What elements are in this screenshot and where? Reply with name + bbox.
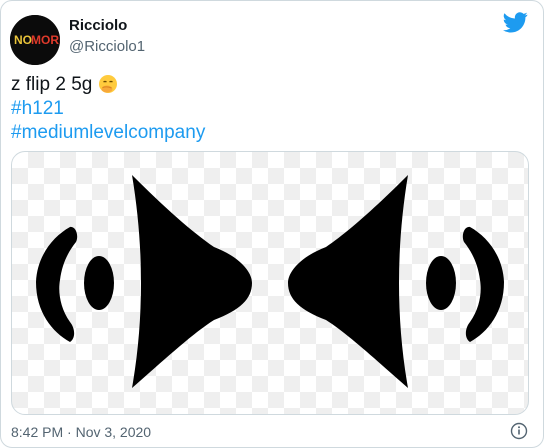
svg-text:MORE: MORE (31, 33, 60, 47)
tweet-card: NO MORE Ricciolo @Ricciolo1 z flip 2 5g … (0, 0, 544, 448)
tweet-text: z flip 2 5g #h121 #mediumlevelcompany (11, 73, 205, 145)
tweet-text-line: z flip 2 5g (11, 73, 205, 97)
tweet-media[interactable] (11, 151, 529, 415)
tweet-text-content: z flip 2 5g (11, 74, 93, 95)
svg-text:NO: NO (14, 33, 32, 47)
twitter-bird-icon[interactable] (503, 12, 528, 33)
face-with-hand-over-mouth-icon (98, 74, 118, 101)
info-icon[interactable] (510, 422, 528, 440)
speaker-pair-icon (36, 175, 504, 388)
avatar[interactable]: NO MORE (10, 15, 60, 65)
author-handle[interactable]: @Ricciolo1 (69, 38, 145, 55)
tweet-timestamp[interactable]: 8:42 PM · Nov 3, 2020 (11, 424, 151, 440)
hashtag-link[interactable]: #mediumlevelcompany (11, 121, 205, 145)
avatar-image: NO MORE (10, 15, 60, 65)
author-display-name[interactable]: Ricciolo (69, 17, 127, 34)
